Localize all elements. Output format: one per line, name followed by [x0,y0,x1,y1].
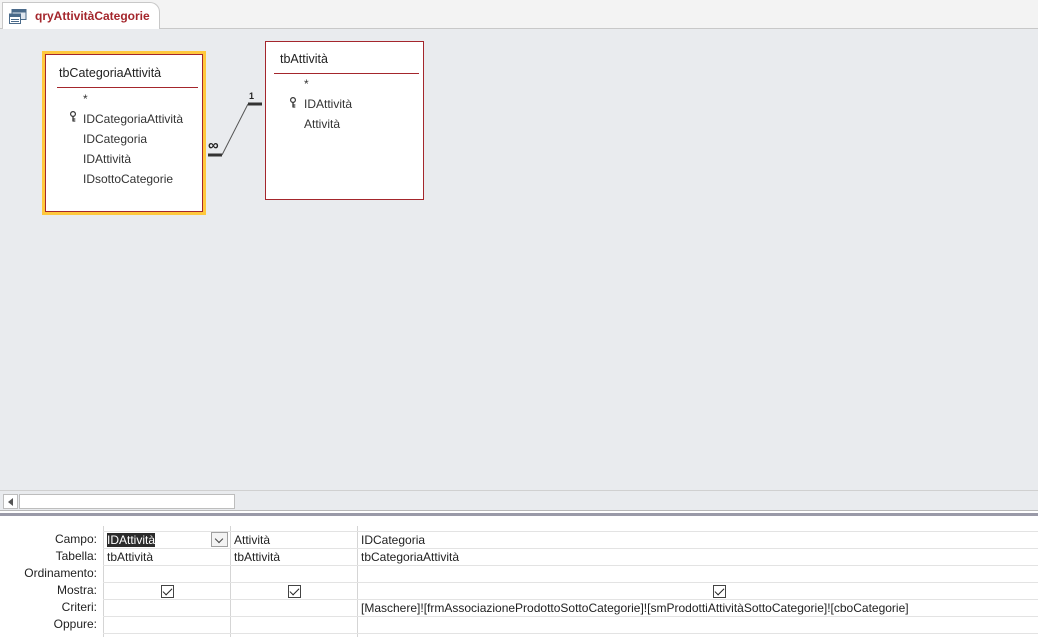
query-design-canvas[interactable]: tbCategoriaAttività * IDCategoriaAttivit… [0,29,1038,490]
field-list-item[interactable]: IDCategoriaAttività [83,112,183,126]
field-list-item[interactable]: IDCategoria [83,132,147,146]
field-dropdown-chevron-down-icon[interactable] [211,532,228,547]
show-checkbox[interactable] [713,585,726,598]
query-tab[interactable]: qryAttivitàCategorie [2,2,160,29]
grid-field-cell[interactable]: IDCategoria [361,533,425,547]
primary-key-icon [289,96,297,108]
field-list-item[interactable]: IDsottoCategorie [83,172,173,186]
pane-splitter[interactable] [0,510,1038,518]
tab-title: qryAttivitàCategorie [35,9,150,23]
query-icon [9,8,27,24]
show-checkbox[interactable] [161,585,174,598]
row-label-campo: Campo: [54,532,97,546]
relationship-many-label: ∞ [208,137,219,154]
grid-table-cell[interactable]: tbAttività [107,550,153,564]
document-tab-strip: qryAttivitàCategorie [0,0,1038,29]
relationship-one-label: 1 [249,91,255,101]
query-design-grid: Campo: Tabella: Ordinamento: Mostra: Cri… [0,518,1038,637]
row-label-mostra: Mostra: [56,583,97,597]
primary-key-icon [69,110,77,122]
grid-table-cell[interactable]: tbAttività [234,550,280,564]
table-title: tbAttività [280,52,328,66]
design-horizontal-scrollbar[interactable] [0,490,1038,510]
field-list-item[interactable]: * [304,77,309,91]
grid-table-cell[interactable]: tbCategoriaAttività [361,550,459,564]
scroll-thumb[interactable] [19,494,235,509]
table-tbCategoriaAttivita[interactable]: tbCategoriaAttività * IDCategoriaAttivit… [42,51,206,215]
grid-field-cell[interactable]: Attività [234,533,270,547]
table-tbAttivita[interactable]: tbAttività * IDAttività Attività [265,41,424,200]
table-title: tbCategoriaAttività [59,66,162,80]
row-label-tabella: Tabella: [55,549,97,563]
show-checkbox[interactable] [288,585,301,598]
row-label-oppure: Oppure: [53,617,97,631]
row-label-ordinamento: Ordinamento: [24,566,97,580]
grid-field-cell[interactable]: IDAttività [107,533,156,547]
grid-criteria-cell[interactable]: [Maschere]![frmAssociazioneProdottoSotto… [361,601,909,615]
field-list-item[interactable]: Attività [304,117,340,131]
row-label-criteri: Criteri: [61,600,97,614]
scroll-left-icon[interactable] [3,494,18,509]
field-list-item[interactable]: * [83,92,88,106]
field-list-item[interactable]: IDAttività [83,152,131,166]
field-list-item[interactable]: IDAttività [304,97,352,111]
